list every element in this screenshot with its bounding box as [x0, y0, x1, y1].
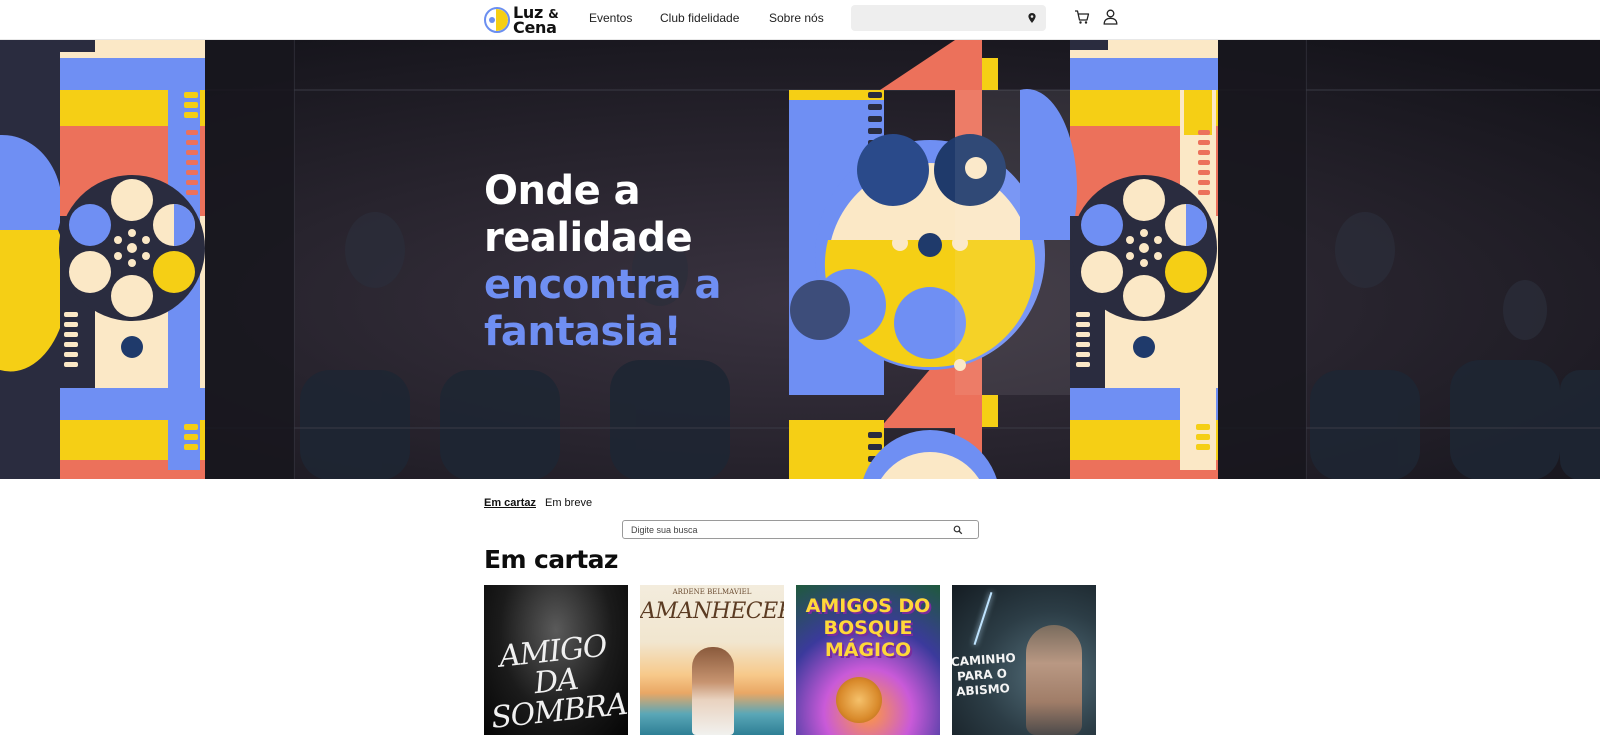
hero-headline: Onde a realidade encontra a fantasia! — [484, 168, 722, 356]
poster-title: CAMINHO PARA O ABISMO — [952, 650, 1017, 699]
poster-illustration — [973, 592, 993, 645]
hero-line-1: Onde a — [484, 168, 641, 214]
cart-icon[interactable] — [1074, 9, 1090, 25]
poster-title: AMIGOS DO BOSQUE MÁGICO — [805, 595, 931, 661]
nav-item-sobre-nos[interactable]: Sobre nós — [769, 11, 824, 25]
poster-illustration — [692, 647, 734, 735]
search-input[interactable] — [631, 523, 931, 537]
nav-item-club-fidelidade[interactable]: Club fidelidade — [660, 11, 739, 25]
nav-item-eventos[interactable]: Eventos — [589, 11, 632, 25]
hero-banner: Onde a realidade encontra a fantasia! — [0, 40, 1600, 479]
movie-poster-amigos-do-bosque-magico[interactable]: AMIGOS DO BOSQUE MÁGICO — [796, 585, 940, 735]
hero-artwork — [0, 40, 1600, 479]
movie-list: AMIGO DA SOMBRA ARDENE BELMAVIEL AMANHEC… — [484, 585, 1096, 735]
search-icon[interactable] — [953, 525, 963, 535]
tab-em-cartaz[interactable]: Em cartaz — [484, 497, 536, 509]
hero-line-3: encontra a — [484, 262, 722, 308]
poster-illustration — [1026, 625, 1082, 735]
tab-em-breve[interactable]: Em breve — [545, 497, 592, 509]
poster-illustration — [836, 677, 882, 723]
brand-logo[interactable]: Luz & Cena — [484, 3, 559, 37]
poster-title: AMANHECER — [640, 599, 784, 624]
listing-tabs: Em cartaz Em breve — [484, 497, 592, 509]
poster-author: ARDENE BELMAVIEL — [672, 588, 752, 596]
user-icon[interactable] — [1103, 9, 1118, 25]
movie-search — [622, 520, 979, 539]
logo-text: Luz & Cena — [513, 4, 559, 37]
poster-title: AMIGO DA SOMBRA — [489, 628, 628, 735]
section-title: Em cartaz — [484, 545, 618, 574]
movie-poster-caminho-para-o-abismo[interactable]: CAMINHO PARA O ABISMO — [952, 585, 1096, 735]
movie-poster-amanhecer[interactable]: ARDENE BELMAVIEL AMANHECER — [640, 585, 784, 735]
hero-line-2: realidade — [484, 215, 693, 261]
map-pin-icon — [1028, 13, 1036, 23]
logo-line2: Cena — [513, 17, 557, 37]
movie-poster-amigo-da-sombra[interactable]: AMIGO DA SOMBRA — [484, 585, 628, 735]
hero-line-4: fantasia! — [484, 309, 682, 355]
site-header: Luz & Cena Eventos Club fidelidade Sobre… — [0, 0, 1600, 40]
location-selector[interactable] — [851, 5, 1046, 31]
logo-icon — [484, 7, 510, 33]
